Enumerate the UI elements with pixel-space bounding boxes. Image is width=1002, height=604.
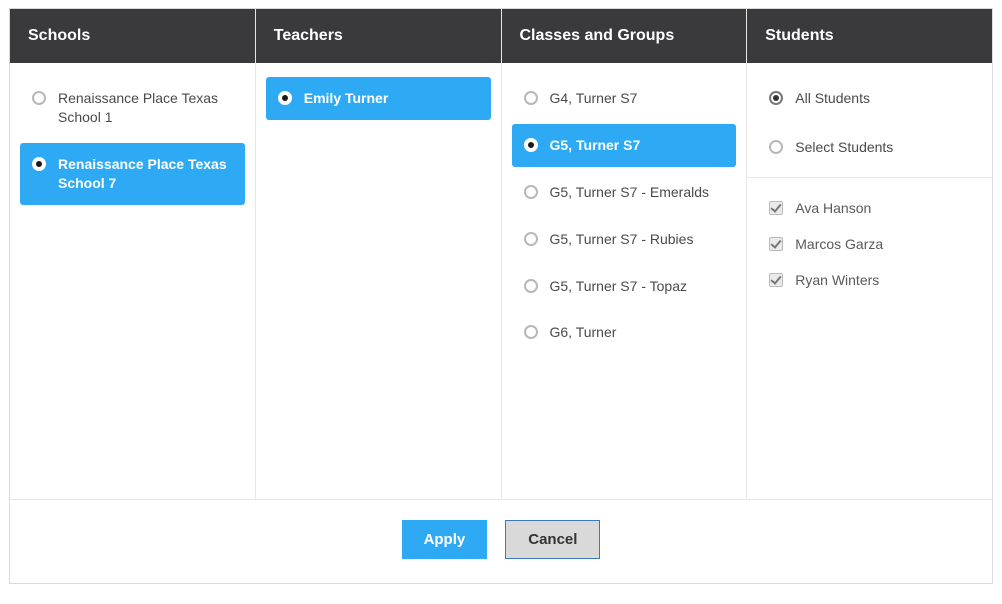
school-label: Renaissance Place Texas School 7 bbox=[58, 155, 233, 193]
classes-header: Classes and Groups bbox=[502, 9, 747, 63]
radio-icon bbox=[32, 91, 46, 105]
students-header: Students bbox=[747, 9, 992, 63]
class-option[interactable]: G4, Turner S7 bbox=[512, 77, 737, 120]
apply-button[interactable]: Apply bbox=[402, 520, 488, 559]
divider bbox=[747, 177, 992, 178]
teacher-label: Emily Turner bbox=[304, 89, 479, 108]
radio-icon bbox=[524, 325, 538, 339]
class-label: G6, Turner bbox=[550, 323, 725, 342]
school-label: Renaissance Place Texas School 1 bbox=[58, 89, 233, 127]
radio-icon bbox=[769, 140, 783, 154]
class-option[interactable]: G5, Turner S7 - Rubies bbox=[512, 218, 737, 261]
select-students-label: Select Students bbox=[795, 138, 970, 157]
student-mode-group: All Students Select Students bbox=[757, 77, 982, 169]
students-body: All Students Select Students Ava Hanson bbox=[747, 63, 992, 499]
teachers-list: Emily Turner bbox=[256, 63, 501, 499]
student-checkbox-row[interactable]: Marcos Garza bbox=[757, 226, 982, 262]
class-label: G5, Turner S7 - Rubies bbox=[550, 230, 725, 249]
students-list: Ava Hanson Marcos Garza Ryan Winters bbox=[757, 190, 982, 298]
student-checkbox-row[interactable]: Ryan Winters bbox=[757, 262, 982, 298]
select-students-option[interactable]: Select Students bbox=[757, 126, 982, 169]
class-label: G5, Turner S7 - Emeralds bbox=[550, 183, 725, 202]
class-label: G4, Turner S7 bbox=[550, 89, 725, 108]
cancel-button[interactable]: Cancel bbox=[505, 520, 600, 559]
radio-icon bbox=[524, 279, 538, 293]
class-option[interactable]: G5, Turner S7 bbox=[512, 124, 737, 167]
school-option[interactable]: Renaissance Place Texas School 7 bbox=[20, 143, 245, 205]
class-option[interactable]: G5, Turner S7 - Emeralds bbox=[512, 171, 737, 214]
columns: Schools Renaissance Place Texas School 1… bbox=[10, 9, 992, 500]
all-students-option[interactable]: All Students bbox=[757, 77, 982, 120]
radio-icon bbox=[278, 91, 292, 105]
radio-icon bbox=[524, 232, 538, 246]
student-name: Marcos Garza bbox=[795, 236, 883, 252]
schools-column: Schools Renaissance Place Texas School 1… bbox=[10, 9, 256, 499]
radio-icon bbox=[524, 138, 538, 152]
schools-list: Renaissance Place Texas School 1 Renaiss… bbox=[10, 63, 255, 499]
student-name: Ryan Winters bbox=[795, 272, 879, 288]
checkbox-icon bbox=[769, 201, 783, 215]
student-name: Ava Hanson bbox=[795, 200, 871, 216]
checkbox-icon bbox=[769, 237, 783, 251]
class-label: G5, Turner S7 bbox=[550, 136, 725, 155]
classes-column: Classes and Groups G4, Turner S7 G5, Tur… bbox=[502, 9, 748, 499]
teachers-header: Teachers bbox=[256, 9, 501, 63]
radio-icon bbox=[524, 91, 538, 105]
schools-header: Schools bbox=[10, 9, 255, 63]
teacher-option[interactable]: Emily Turner bbox=[266, 77, 491, 120]
footer: Apply Cancel bbox=[10, 500, 992, 583]
class-option[interactable]: G5, Turner S7 - Topaz bbox=[512, 265, 737, 308]
radio-icon bbox=[524, 185, 538, 199]
checkbox-icon bbox=[769, 273, 783, 287]
classes-list: G4, Turner S7 G5, Turner S7 G5, Turner S… bbox=[502, 63, 747, 499]
class-label: G5, Turner S7 - Topaz bbox=[550, 277, 725, 296]
student-checkbox-row[interactable]: Ava Hanson bbox=[757, 190, 982, 226]
selection-panel: Schools Renaissance Place Texas School 1… bbox=[9, 8, 993, 584]
all-students-label: All Students bbox=[795, 89, 970, 108]
radio-icon bbox=[32, 157, 46, 171]
school-option[interactable]: Renaissance Place Texas School 1 bbox=[20, 77, 245, 139]
radio-icon bbox=[769, 91, 783, 105]
teachers-column: Teachers Emily Turner bbox=[256, 9, 502, 499]
students-column: Students All Students Select Students bbox=[747, 9, 992, 499]
class-option[interactable]: G6, Turner bbox=[512, 311, 737, 354]
